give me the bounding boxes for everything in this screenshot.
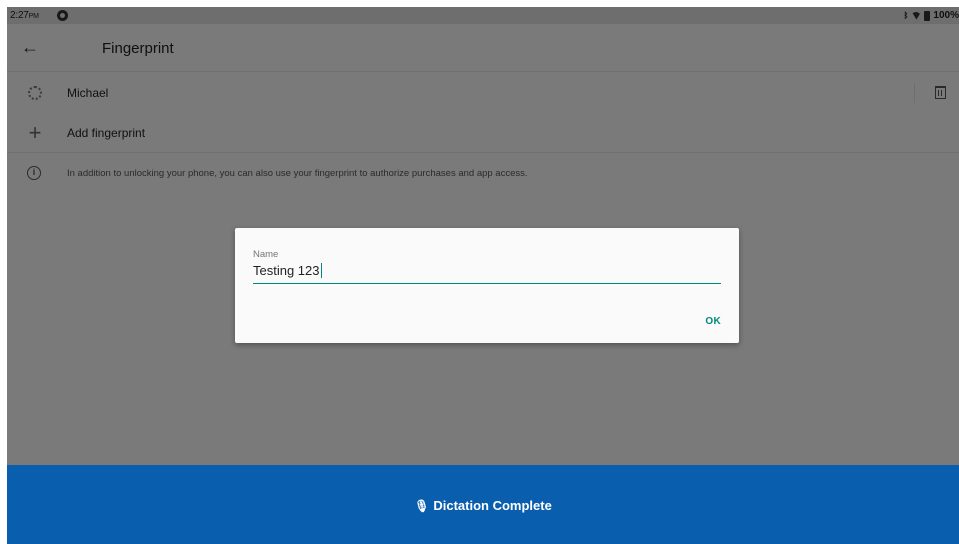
rename-dialog: Name Testing 123 OK <box>235 228 739 343</box>
name-input[interactable]: Testing 123 <box>253 261 721 284</box>
dictation-content: 🎙︎ Dictation Complete <box>7 498 959 513</box>
android-screen: 2:27PM ᛒ 100% ← Fingerprint Michael + Ad… <box>7 7 959 544</box>
name-input-value[interactable]: Testing 123 <box>253 263 322 278</box>
dictation-banner: 🎙︎ Dictation Complete <box>7 465 959 544</box>
dictation-label: Dictation Complete <box>433 498 552 513</box>
ok-button[interactable]: OK <box>705 316 721 327</box>
text-caret <box>320 263 322 278</box>
mic-icon: 🎙︎ <box>414 499 430 513</box>
name-field-label: Name <box>253 249 279 260</box>
